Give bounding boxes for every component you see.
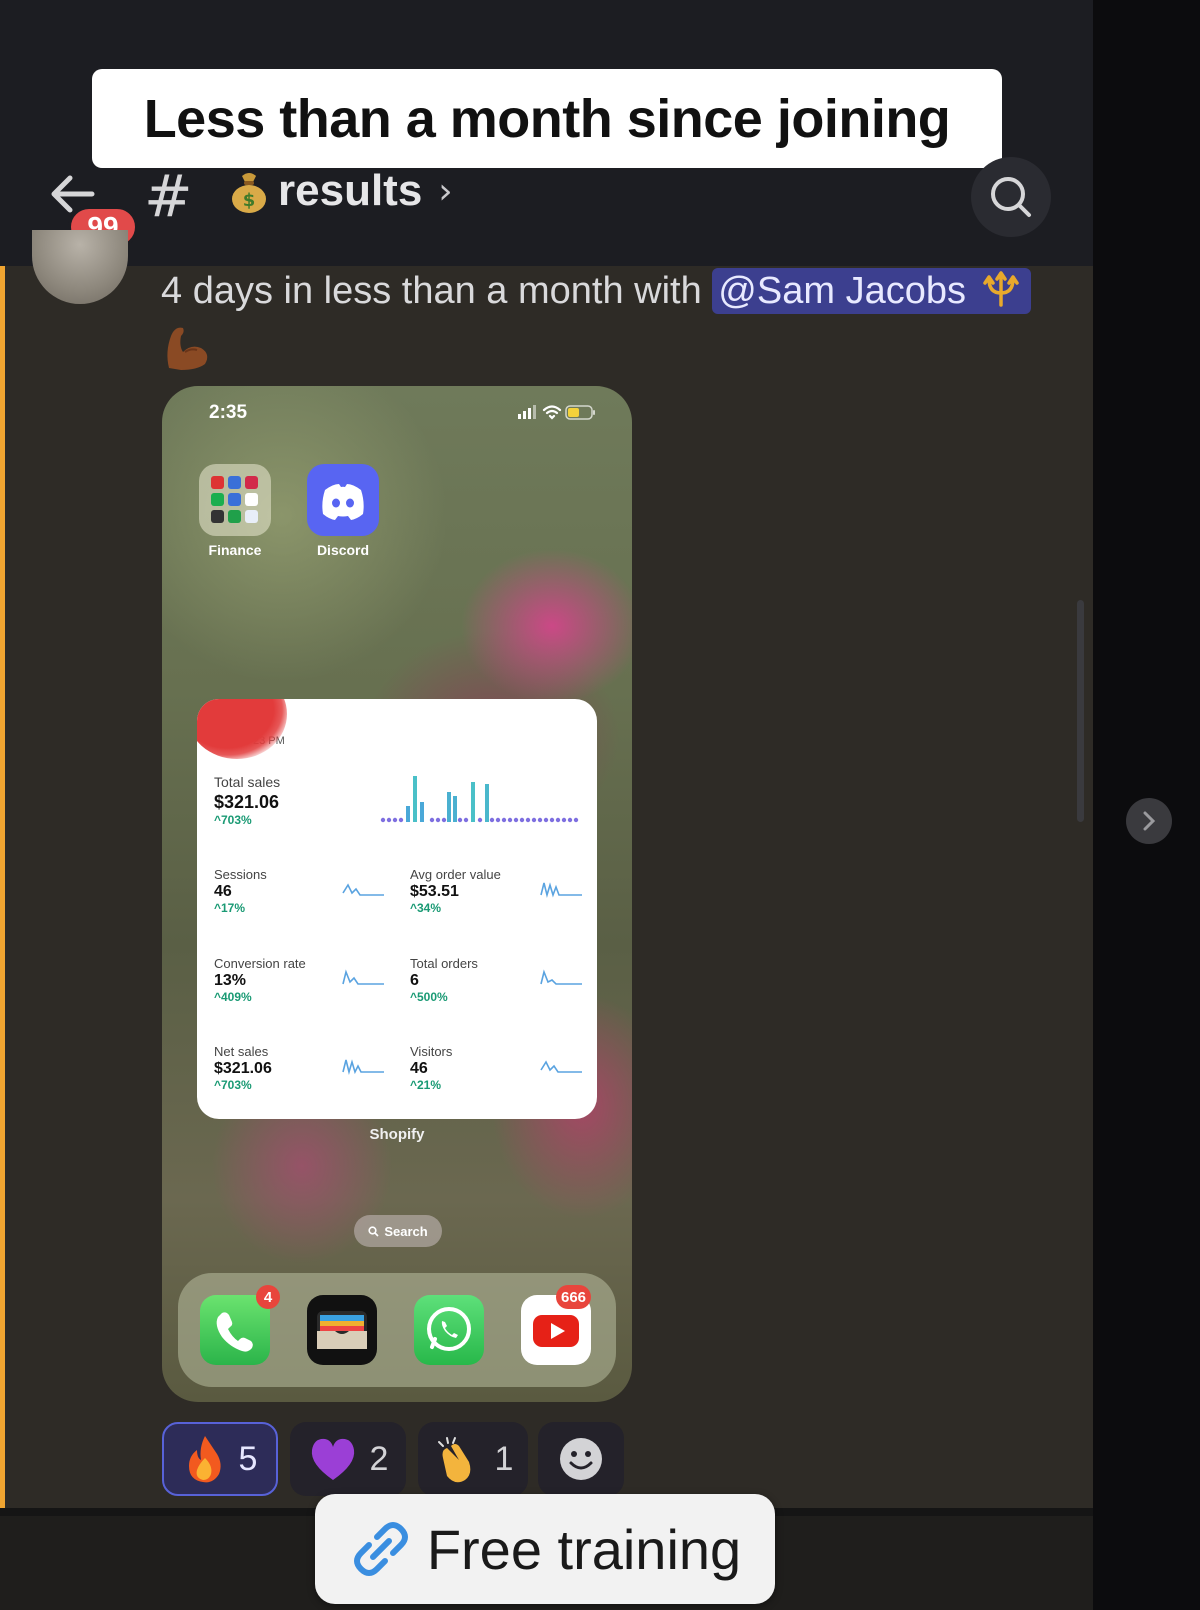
- metric-pct: ^703%: [214, 1078, 252, 1092]
- net-sales-sparkline: [342, 1059, 384, 1076]
- whatsapp-icon[interactable]: [414, 1295, 484, 1365]
- metric-value: $321.06: [214, 1060, 272, 1077]
- channel-header: Less than a month since joining 99 # $ r…: [0, 0, 1093, 266]
- metric-value: $53.51: [410, 883, 459, 900]
- highlight-stripe: [0, 266, 5, 1510]
- status-icons: [518, 405, 595, 420]
- sessions-sparkline: [342, 883, 384, 896]
- conversion-sparkline: [342, 969, 384, 985]
- metric-pct: ^500%: [410, 990, 448, 1004]
- metric-label: Visitors: [410, 1044, 453, 1059]
- chevron-right-icon: [1143, 811, 1156, 831]
- home-search-pill[interactable]: Search: [354, 1215, 442, 1247]
- metric-label: Net sales: [214, 1044, 269, 1059]
- total-sales-chart: [380, 776, 579, 823]
- channel-chevron-icon: ›: [438, 170, 453, 212]
- phone-time: 2:35: [209, 402, 248, 423]
- reaction-count: 2: [369, 1439, 389, 1478]
- wallet-icon[interactable]: [307, 1295, 377, 1365]
- clapping-hands-icon: [437, 1437, 470, 1483]
- flexed-biceps-icon: [167, 327, 208, 370]
- metric-pct: ^17%: [214, 901, 246, 915]
- add-reaction-button[interactable]: [538, 1422, 624, 1496]
- channel-name: results: [278, 166, 423, 215]
- orders-sparkline: [540, 969, 582, 985]
- user-mention[interactable]: @Sam Jacobs: [712, 268, 1031, 314]
- purple-heart-icon: [311, 1438, 354, 1480]
- overlay-caption-text: Less than a month since joining: [143, 88, 951, 149]
- money-bag-icon: $: [232, 173, 266, 213]
- metric-label: Avg order value: [410, 867, 501, 882]
- channel-title[interactable]: $ results ›: [228, 166, 453, 216]
- phone-badge: 4: [256, 1285, 280, 1309]
- total-sales-label: Total sales: [214, 774, 281, 790]
- free-training-button[interactable]: Free training: [315, 1494, 775, 1604]
- visitors-sparkline: [540, 1060, 582, 1073]
- add-reaction-icon: [560, 1438, 602, 1480]
- svg-text:$: $: [243, 190, 256, 211]
- fire-icon: [188, 1436, 221, 1483]
- youtube-badge: 666: [556, 1285, 592, 1309]
- metric-pct: ^409%: [214, 990, 252, 1004]
- message-body: 4 days in less than a month with: [161, 270, 713, 312]
- total-sales-value: $321.06: [214, 792, 280, 812]
- reaction-clap[interactable]: 1: [418, 1422, 528, 1496]
- reaction-fire[interactable]: 5: [162, 1422, 278, 1496]
- reaction-count: 1: [494, 1439, 514, 1478]
- metric-value: 46: [214, 883, 232, 900]
- shopify-widget[interactable]: 23 PM Total sales $321.06 ^703%: [197, 699, 597, 1119]
- phone-dock: 4 666: [178, 1273, 616, 1387]
- hash-icon: #: [144, 162, 193, 230]
- search-icon: [991, 177, 1031, 217]
- metric-value: 6: [410, 972, 419, 989]
- total-sales-pct: ^703%: [214, 813, 252, 827]
- trident-icon: [982, 271, 1019, 307]
- reaction-count: 5: [238, 1439, 258, 1478]
- metric-pct: ^34%: [410, 901, 442, 915]
- metric-value: 46: [410, 1060, 428, 1077]
- discord-app: Less than a month since joining 99 # $ r…: [0, 0, 1093, 1610]
- metric-pct: ^21%: [410, 1078, 442, 1092]
- finance-folder-icon[interactable]: [199, 464, 271, 536]
- link-icon: [353, 1522, 408, 1576]
- app-label: Finance: [208, 542, 262, 558]
- app-label: Discord: [316, 542, 370, 558]
- overlay-caption: Less than a month since joining: [92, 69, 1002, 168]
- metric-label: Conversion rate: [214, 956, 306, 971]
- scrollbar[interactable]: [1077, 600, 1084, 822]
- mention-name: @Sam Jacobs: [718, 270, 966, 312]
- metric-label: Total orders: [410, 956, 478, 971]
- free-training-label: Free training: [426, 1517, 742, 1581]
- metric-label: Sessions: [214, 867, 267, 882]
- discord-icon[interactable]: [307, 464, 379, 536]
- widget-app-label: Shopify: [369, 1126, 425, 1143]
- search-button[interactable]: [971, 157, 1051, 237]
- redaction-mark: [197, 699, 287, 759]
- home-search-label: Search: [384, 1223, 428, 1239]
- phone-screenshot[interactable]: 2:35 Finance Discord 23 PM: [162, 386, 632, 1402]
- aov-sparkline: [540, 882, 582, 899]
- metric-value: 13%: [214, 972, 247, 989]
- search-icon: [368, 1225, 379, 1237]
- next-button[interactable]: [1126, 798, 1172, 844]
- reaction-purple-heart[interactable]: 2: [290, 1422, 406, 1496]
- message-text: 4 days in less than a month with @Sam Ja…: [161, 268, 1031, 314]
